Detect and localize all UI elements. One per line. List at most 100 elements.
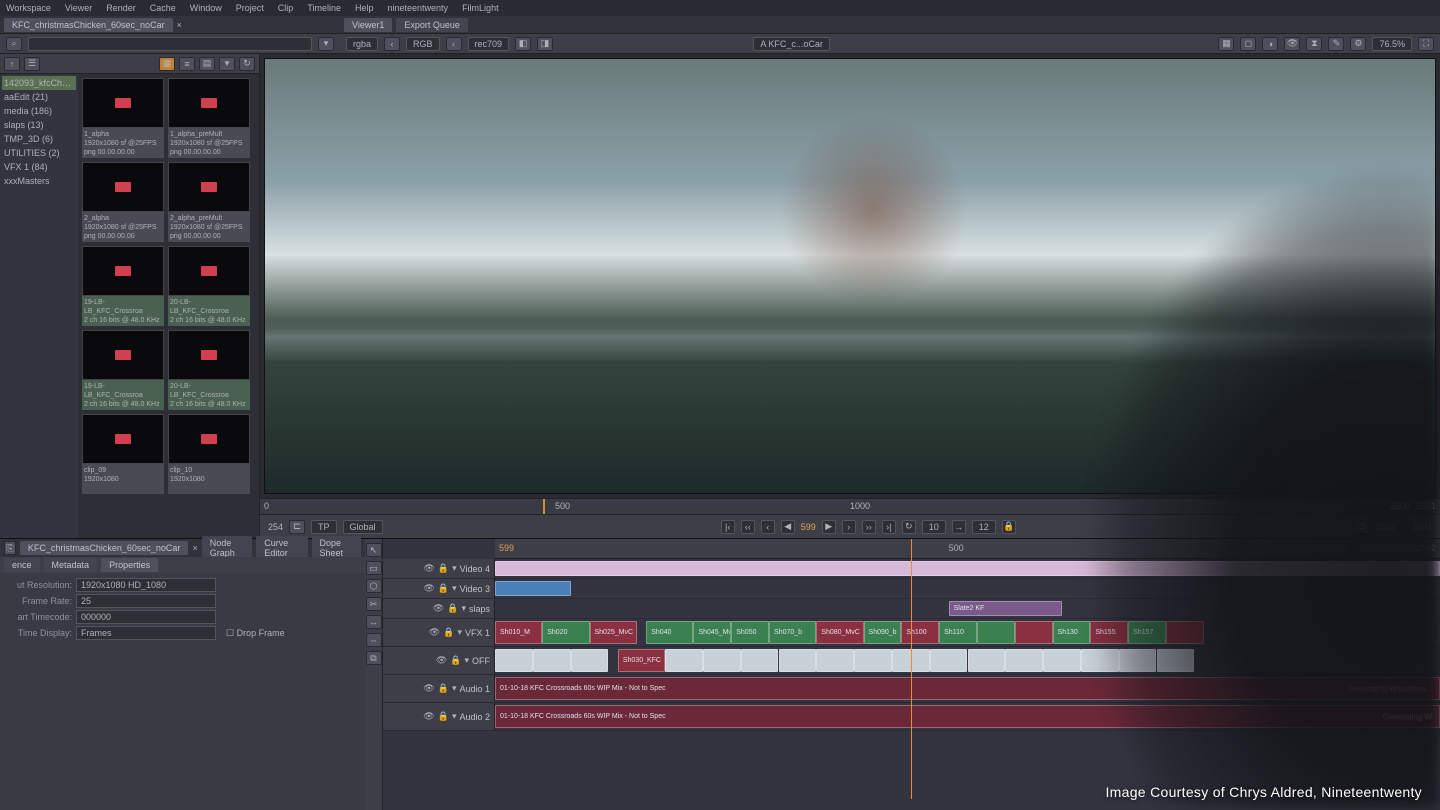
- snap-icon[interactable]: ⧉: [366, 651, 382, 665]
- chevron-left-icon[interactable]: ‹: [446, 37, 462, 51]
- eye-icon[interactable]: 👁: [1284, 37, 1300, 51]
- track-body[interactable]: [495, 559, 1440, 578]
- clip[interactable]: 01-10-18 KFC Crossroads 60s WIP Mix - No…: [495, 705, 1440, 728]
- refresh-icon[interactable]: ↻: [239, 57, 255, 71]
- clip[interactable]: [816, 649, 854, 672]
- clip[interactable]: Sh020: [542, 621, 589, 644]
- viewer-tab[interactable]: Export Queue: [396, 18, 468, 32]
- link-icon[interactable]: ⎘: [4, 541, 16, 555]
- clip[interactable]: Slate2 KF: [949, 601, 1062, 616]
- zoom-dropdown[interactable]: 76.5%: [1372, 37, 1412, 51]
- props-subtab[interactable]: Properties: [101, 558, 158, 572]
- track-header[interactable]: 👁🔒▾VFX 1: [383, 619, 495, 646]
- fit-icon[interactable]: ⛶: [1418, 37, 1434, 51]
- track-body[interactable]: Slate2 KF: [495, 599, 1440, 618]
- menu-viewer[interactable]: Viewer: [65, 3, 92, 13]
- track-header[interactable]: 👁🔒▾Audio 2: [383, 703, 495, 730]
- goto-start-icon[interactable]: |‹: [721, 520, 735, 534]
- clip[interactable]: [1157, 649, 1195, 672]
- grid-view-icon[interactable]: ▦: [159, 57, 175, 71]
- up-icon[interactable]: ↑: [4, 57, 20, 71]
- tree-node[interactable]: xxxMasters: [2, 174, 76, 188]
- tree-node[interactable]: VFX 1 (84): [2, 160, 76, 174]
- clip[interactable]: [495, 561, 1440, 576]
- clip[interactable]: Sh090_b: [864, 621, 902, 644]
- menu-project[interactable]: Project: [236, 3, 264, 13]
- viewer-tab[interactable]: Viewer1: [344, 18, 392, 32]
- playhead[interactable]: [543, 499, 545, 514]
- lut-icon[interactable]: ◧: [515, 37, 531, 51]
- clip[interactable]: [1005, 649, 1043, 672]
- clip[interactable]: Sh045_MvC: [693, 621, 731, 644]
- in-point-icon[interactable]: ⊏: [289, 520, 305, 534]
- out-point-icon[interactable]: ⊐: [1354, 520, 1370, 534]
- clip[interactable]: [495, 649, 533, 672]
- clip[interactable]: Sh155: [1090, 621, 1128, 644]
- sequence-tab[interactable]: KFC_christmasChicken_60sec_noCar: [20, 541, 189, 555]
- next-frame-icon[interactable]: ›: [842, 520, 856, 534]
- clip[interactable]: Sh030_KFC: [618, 649, 665, 672]
- tree-node[interactable]: 142093_kfcChristmas: [2, 76, 76, 90]
- props-subtab[interactable]: Metadata: [44, 558, 98, 572]
- clip[interactable]: Sh070_b: [769, 621, 816, 644]
- menu-render[interactable]: Render: [106, 3, 136, 13]
- marquee-icon[interactable]: ▭: [366, 561, 382, 575]
- clip[interactable]: [1043, 649, 1081, 672]
- close-icon[interactable]: ×: [177, 20, 182, 30]
- menu-workspace[interactable]: Workspace: [6, 3, 51, 13]
- track-header[interactable]: 👁🔒▾Audio 1: [383, 675, 495, 702]
- composite-dropdown[interactable]: A KFC_c...oCar: [753, 37, 830, 51]
- clip[interactable]: Sh050: [731, 621, 769, 644]
- clip[interactable]: [495, 581, 571, 596]
- folder-tree[interactable]: 142093_kfcChristmasaaEdit (21)media (186…: [0, 74, 78, 538]
- media-thumb[interactable]: 20-LB-LB_KFC_Crossroa2 ch 16 bits @ 48.0…: [168, 246, 250, 326]
- viewer-canvas[interactable]: [264, 58, 1436, 494]
- track-body[interactable]: Sh030_KFC: [495, 647, 1440, 674]
- menu-filmlight[interactable]: FilmLight: [462, 3, 499, 13]
- step-fwd-icon[interactable]: ››: [862, 520, 876, 534]
- clip[interactable]: Sh100: [901, 621, 939, 644]
- menu-window[interactable]: Window: [190, 3, 222, 13]
- channels-dropdown[interactable]: rgba: [346, 37, 378, 51]
- media-thumb[interactable]: 2_alpha_preMult1920x1080 sf @25FPSpng 00…: [168, 162, 250, 242]
- skip-field[interactable]: 10: [922, 520, 946, 534]
- clip[interactable]: [1015, 621, 1053, 644]
- tp-dropdown[interactable]: TP: [311, 520, 337, 534]
- lut-icon[interactable]: ◨: [537, 37, 553, 51]
- step-back-icon[interactable]: ‹‹: [741, 520, 755, 534]
- link-icon[interactable]: ⬡: [366, 579, 382, 593]
- viewer-ruler[interactable]: 0 500 1000 2500 2501: [260, 498, 1440, 514]
- current-frame[interactable]: 599: [801, 522, 816, 532]
- clip[interactable]: [571, 649, 609, 672]
- clip[interactable]: [1081, 649, 1119, 672]
- clip[interactable]: Sh025_MvC: [590, 621, 637, 644]
- track-header[interactable]: 👁🔒▾OFF: [383, 647, 495, 674]
- props-subtab[interactable]: ence: [4, 558, 40, 572]
- wipe-icon[interactable]: ⧗: [1306, 37, 1322, 51]
- project-tab[interactable]: KFC_christmasChicken_60sec_noCar: [4, 18, 173, 32]
- menu-clip[interactable]: Clip: [278, 3, 294, 13]
- tree-node[interactable]: TMP_3D (6): [2, 132, 76, 146]
- clip[interactable]: [703, 649, 741, 672]
- pointer-icon[interactable]: ↖: [366, 543, 382, 557]
- clip[interactable]: [968, 649, 1006, 672]
- crop-icon[interactable]: ◻: [1240, 37, 1256, 51]
- clip[interactable]: [665, 649, 703, 672]
- clip[interactable]: [977, 621, 1015, 644]
- thumbnail-grid[interactable]: 1_alpha1920x1080 sf @25FPSpng 00.00.00.0…: [78, 74, 259, 538]
- mask-icon[interactable]: ◑: [1262, 37, 1278, 51]
- clip[interactable]: 01-10-18 KFC Crossroads 60s WIP Mix - No…: [495, 677, 1440, 700]
- track-body[interactable]: [495, 579, 1440, 598]
- slip-icon[interactable]: ↔: [366, 615, 382, 629]
- grid-icon[interactable]: ▦: [1218, 37, 1234, 51]
- razor-icon[interactable]: ✂: [366, 597, 382, 611]
- clip[interactable]: [1119, 649, 1157, 672]
- detail-view-icon[interactable]: ▤: [199, 57, 215, 71]
- timeline-playhead[interactable]: [911, 539, 912, 799]
- play-back-icon[interactable]: ◀: [781, 520, 795, 534]
- tree-node[interactable]: media (186): [2, 104, 76, 118]
- clip[interactable]: Sh130: [1053, 621, 1091, 644]
- prev-frame-icon[interactable]: ‹: [761, 520, 775, 534]
- tree-node[interactable]: aaEdit (21): [2, 90, 76, 104]
- timeline-ruler[interactable]: 599 500 2502: [495, 539, 1440, 559]
